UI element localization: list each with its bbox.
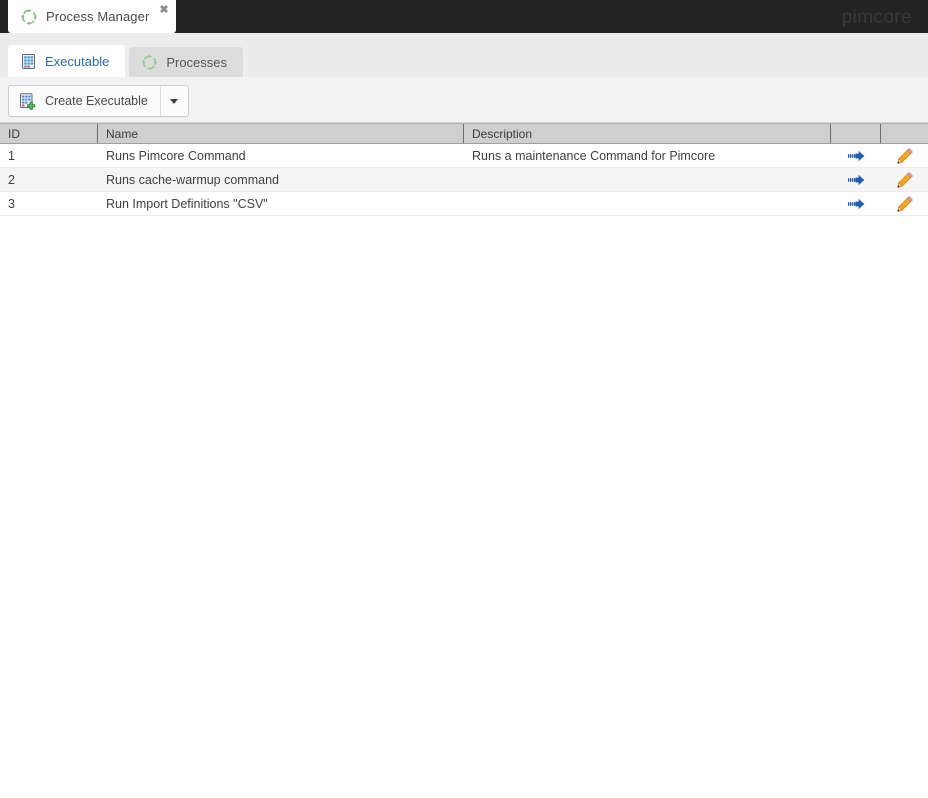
run-arrow-icon[interactable]	[847, 171, 865, 189]
toolbar: Create Executable	[0, 77, 928, 123]
app-window-tab-label: Process Manager	[46, 9, 150, 24]
create-executable-split-button: Create Executable	[8, 85, 189, 117]
process-cycle-icon	[141, 54, 158, 71]
cell-name: Runs cache-warmup command	[106, 172, 279, 187]
tab-executable-label: Executable	[45, 53, 110, 69]
tab-processes-label: Processes	[166, 54, 228, 70]
edit-pencil-icon[interactable]	[896, 171, 914, 189]
cell-edit-action[interactable]	[881, 168, 928, 191]
cell-edit-action[interactable]	[881, 192, 928, 215]
cell-id: 1	[8, 148, 15, 163]
grid-empty-area	[0, 218, 928, 798]
edit-pencil-icon[interactable]	[896, 195, 914, 213]
create-executable-button[interactable]: Create Executable	[9, 86, 160, 116]
executable-building-icon	[20, 53, 37, 70]
cell-description	[464, 192, 831, 215]
cell-run-action[interactable]	[831, 144, 881, 167]
tab-processes[interactable]: Processes	[129, 47, 244, 77]
pimcore-logo: pimcore	[841, 7, 912, 28]
column-header-description[interactable]: Description	[464, 124, 831, 143]
run-arrow-icon[interactable]	[847, 195, 865, 213]
grid-header-row: ID Name Description	[0, 123, 928, 144]
window-titlebar: Process Manager ✖ pimcore	[0, 0, 928, 33]
cell-id: 2	[8, 172, 15, 187]
cell-run-action[interactable]	[831, 192, 881, 215]
tab-executable[interactable]: Executable	[8, 45, 126, 77]
cell-name: Runs Pimcore Command	[106, 148, 246, 163]
executables-grid: ID Name Description 1 Runs Pimcore Comman…	[0, 123, 928, 216]
tabstrip: Executable Processes	[0, 45, 244, 77]
grid-body: 1 Runs Pimcore Command Runs a maintenance …	[0, 144, 928, 216]
run-arrow-icon[interactable]	[847, 147, 865, 165]
column-header-run[interactable]	[831, 124, 881, 143]
column-header-edit[interactable]	[881, 124, 928, 143]
tabstrip-background: Executable Processes	[0, 33, 928, 77]
create-executable-menu-button[interactable]	[159, 86, 188, 116]
table-row[interactable]: 2 Runs cache-warmup command	[0, 168, 928, 192]
cell-run-action[interactable]	[831, 168, 881, 191]
add-executable-icon	[19, 92, 36, 110]
close-icon[interactable]: ✖	[158, 4, 170, 16]
cell-description	[464, 168, 831, 191]
table-row[interactable]: 3 Run Import Definitions "CSV"	[0, 192, 928, 216]
column-header-id[interactable]: ID	[0, 124, 98, 143]
app-window-tab[interactable]: Process Manager ✖	[8, 0, 176, 33]
cell-description: Runs a maintenance Command for Pimcore	[472, 148, 716, 163]
cell-id: 3	[8, 196, 15, 211]
create-executable-label: Create Executable	[45, 94, 148, 108]
cell-edit-action[interactable]	[881, 144, 928, 167]
process-cycle-icon	[20, 8, 38, 26]
edit-pencil-icon[interactable]	[896, 147, 914, 165]
chevron-down-icon	[170, 98, 179, 104]
cell-name: Run Import Definitions "CSV"	[106, 196, 268, 211]
table-row[interactable]: 1 Runs Pimcore Command Runs a maintenance …	[0, 144, 928, 168]
column-header-name[interactable]: Name	[98, 124, 464, 143]
